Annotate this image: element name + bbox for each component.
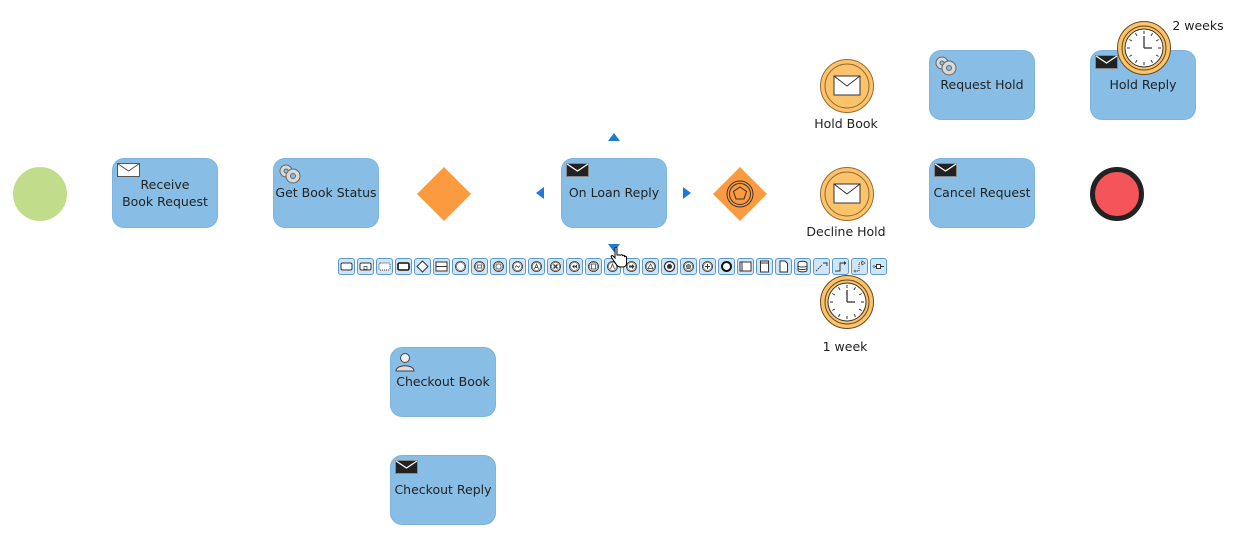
task-request-hold[interactable]: Request Hold <box>929 50 1035 120</box>
handle-right-icon[interactable] <box>682 187 691 199</box>
sub-process-icon <box>359 262 372 271</box>
hold-book-label: Hold Book <box>814 116 878 131</box>
toolbar-sub-process-button[interactable] <box>357 258 374 275</box>
toolbar-connector-button[interactable] <box>870 258 887 275</box>
transaction-icon <box>397 262 410 271</box>
task-label: Get Book Status <box>275 185 377 200</box>
toolbar-data-store-button[interactable] <box>794 258 811 275</box>
task-label: On Loan Reply <box>568 185 660 200</box>
toolbar-end-event-button[interactable] <box>661 258 678 275</box>
data-store-icon <box>797 260 808 273</box>
toolbar-compensation-event-button[interactable] <box>566 258 583 275</box>
task-label: Checkout Reply <box>394 482 492 497</box>
start-event[interactable] <box>12 166 68 222</box>
decline-hold-event[interactable] <box>819 166 875 222</box>
toolbar-parallel-multiple-event-button[interactable] <box>699 258 716 275</box>
clock-icon <box>1124 28 1164 68</box>
envelope-icon <box>833 75 861 96</box>
toolbar-multiple-event-button[interactable] <box>680 258 697 275</box>
toolbar-pool-button[interactable] <box>737 258 754 275</box>
decline-hold-label: Decline Hold <box>806 224 886 239</box>
toolbar-task-button[interactable] <box>338 258 355 275</box>
toolbar-terminate-event-button[interactable] <box>718 258 735 275</box>
task-checkout-reply[interactable]: Checkout Reply <box>390 455 496 525</box>
hold-book-event[interactable] <box>819 58 875 114</box>
envelope-icon <box>833 183 861 204</box>
timer-event-icon <box>493 261 504 272</box>
toolbar-message-flow-button[interactable] <box>851 258 868 275</box>
envelope-filled-icon <box>934 163 957 177</box>
task-label: Cancel Request <box>933 185 1031 200</box>
end-event-icon <box>663 260 676 273</box>
task-icon <box>340 262 353 271</box>
toolbar-timer-event-button[interactable] <box>490 258 507 275</box>
vertical-pool-icon <box>760 260 769 273</box>
user-icon <box>395 353 415 372</box>
toolbar-error-event-button[interactable] <box>642 258 659 275</box>
toolbar-sequence-flow-button[interactable] <box>832 258 849 275</box>
task-receive-book-request[interactable]: Receive Book Request <box>112 158 218 228</box>
toolbar-cancel-event-button[interactable] <box>547 258 564 275</box>
task-label: Receive Book Request <box>122 177 208 209</box>
toolbar-message-event-button[interactable] <box>471 258 488 275</box>
gear-icon <box>935 56 957 76</box>
toolbar-lane-button[interactable] <box>433 258 450 275</box>
terminate-event-icon <box>721 261 732 272</box>
sequence-flow-icon <box>835 261 847 272</box>
toolbar-data-object-button[interactable] <box>775 258 792 275</box>
link-event-icon <box>531 261 542 272</box>
envelope-filled-icon <box>566 163 589 177</box>
cancel-event-icon <box>550 261 561 272</box>
envelope-filled-icon <box>395 460 418 474</box>
call-activity-icon <box>378 262 391 271</box>
conditional-event-icon <box>512 261 523 272</box>
toolbar-intermediate-event-button[interactable] <box>452 258 469 275</box>
toolbar-vertical-pool-button[interactable] <box>756 258 773 275</box>
toolbar-association-button[interactable] <box>813 258 830 275</box>
timer-1-week-label: 1 week <box>822 339 868 354</box>
pool-icon <box>739 261 752 272</box>
message-flow-icon <box>853 260 866 273</box>
toolbar-gateway-button[interactable] <box>414 258 431 275</box>
timer-2-weeks-event[interactable] <box>1116 20 1172 76</box>
intermediate-event-icon <box>455 261 466 272</box>
event-based-gateway[interactable] <box>712 166 768 222</box>
lane-icon <box>435 261 448 272</box>
gateway-icon <box>416 260 429 273</box>
toolbar-transaction-button[interactable] <box>395 258 412 275</box>
handle-up-icon[interactable] <box>608 133 620 142</box>
end-event[interactable] <box>1089 166 1145 222</box>
task-label: Hold Reply <box>1109 77 1177 92</box>
multiple-event-icon <box>683 261 694 272</box>
task-label: Request Hold <box>940 77 1024 92</box>
task-cancel-request[interactable]: Cancel Request <box>929 158 1035 228</box>
parallel-multiple-event-icon <box>702 261 713 272</box>
error-event-icon <box>645 261 656 272</box>
clock-icon <box>827 282 867 322</box>
gear-icon <box>279 164 301 184</box>
toolbar-link-event-button[interactable] <box>528 258 545 275</box>
exclusive-gateway[interactable] <box>416 166 472 222</box>
toolbar-conditional-event-button[interactable] <box>509 258 526 275</box>
task-checkout-book[interactable]: Checkout Book <box>390 347 496 417</box>
toolbar-call-activity-button[interactable] <box>376 258 393 275</box>
message-event-icon <box>474 261 485 272</box>
association-icon <box>815 262 828 272</box>
timer-1-week-event[interactable] <box>819 274 875 330</box>
hand-cursor-icon <box>610 247 627 268</box>
connector-icon <box>872 264 884 269</box>
compensation-event-icon <box>569 261 580 272</box>
toolbar-signal-event-button[interactable] <box>585 258 602 275</box>
task-get-book-status[interactable]: Get Book Status <box>273 158 379 228</box>
handle-left-icon[interactable] <box>536 187 545 199</box>
task-label: Checkout Book <box>396 374 490 389</box>
data-object-icon <box>779 260 788 273</box>
signal-event-icon <box>588 261 599 272</box>
timer-2-weeks-label: 2 weeks <box>1172 18 1224 33</box>
task-on-loan-reply[interactable]: On Loan Reply <box>561 158 667 228</box>
